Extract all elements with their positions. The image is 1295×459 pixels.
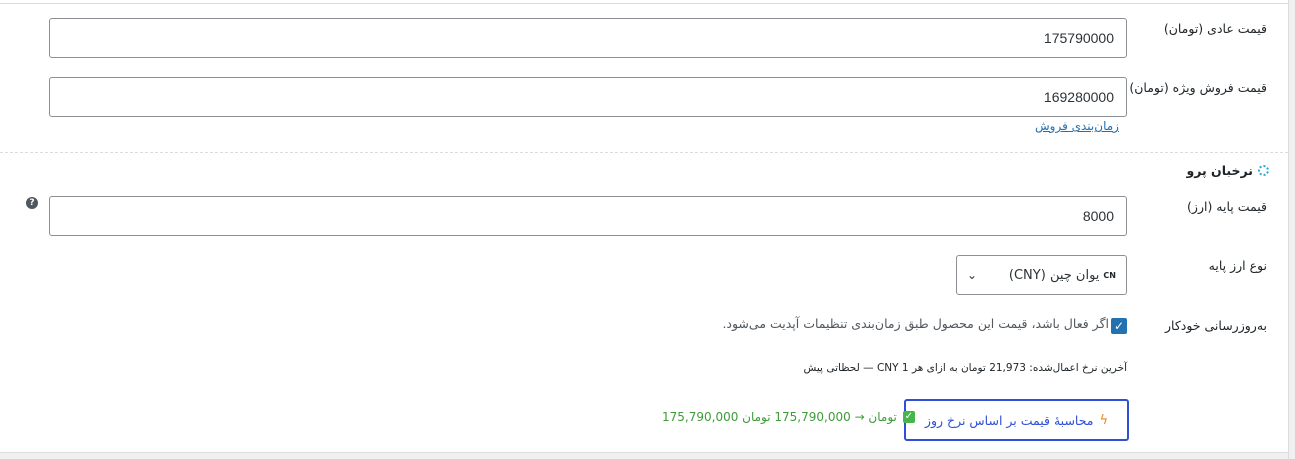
base-currency-label: نوع ارز پایه (1208, 258, 1267, 273)
base-price-input[interactable] (49, 196, 1127, 236)
auto-update-checkbox[interactable]: ✓ (1111, 318, 1127, 334)
bottom-divider (0, 452, 1288, 459)
top-divider (0, 3, 1288, 4)
regular-price-input[interactable] (49, 18, 1127, 58)
section-header: نرخبان پرو (1186, 163, 1269, 178)
sale-price-label: قیمت فروش ویژه (تومان) (1129, 80, 1267, 95)
success-check-icon: ✓ (902, 411, 915, 423)
calculate-price-label: محاسبهٔ قیمت بر اساس نرخ روز (924, 412, 1094, 428)
plugin-cog-icon (1258, 165, 1269, 176)
calculate-price-button[interactable]: ϟ محاسبهٔ قیمت بر اساس نرخ روز (904, 399, 1129, 441)
sale-price-input[interactable] (49, 77, 1127, 117)
bolt-icon: ϟ (1099, 412, 1109, 428)
section-title: نرخبان پرو (1186, 163, 1253, 178)
section-divider (0, 152, 1288, 153)
regular-price-label: قیمت عادی (تومان) (1163, 21, 1267, 36)
sale-schedule-link[interactable]: زمان‌بندی فروش (1035, 119, 1119, 133)
chevron-down-icon: ⌄ (967, 268, 978, 282)
help-icon[interactable]: ? (26, 197, 38, 209)
base-currency-selected: یوان چین (CNY) (1008, 267, 1100, 283)
base-currency-value: CN یوان چین (CNY) (1009, 268, 1116, 283)
calc-result-text: 175,790,000 تومان → 175,790,000 تومان (662, 410, 897, 424)
base-currency-select[interactable]: ⌄ CN یوان چین (CNY) (956, 255, 1127, 295)
calc-result: 175,790,000 تومان → 175,790,000 تومان ✓ (662, 410, 915, 424)
auto-update-label: به‌روزرسانی خودکار (1164, 318, 1267, 333)
auto-update-description: اگر فعال باشد، قیمت این محصول طبق زمان‌ب… (722, 316, 1109, 331)
right-scroll-edge (1288, 0, 1295, 459)
check-icon: ✓ (1113, 319, 1125, 333)
base-price-label: قیمت پایه (ارز) (1187, 199, 1267, 214)
cn-flag-icon: CN (1103, 270, 1116, 280)
last-rate-text: آخرین نرخ اعمال‌شده: 21,973 تومان به ازا… (803, 362, 1128, 374)
